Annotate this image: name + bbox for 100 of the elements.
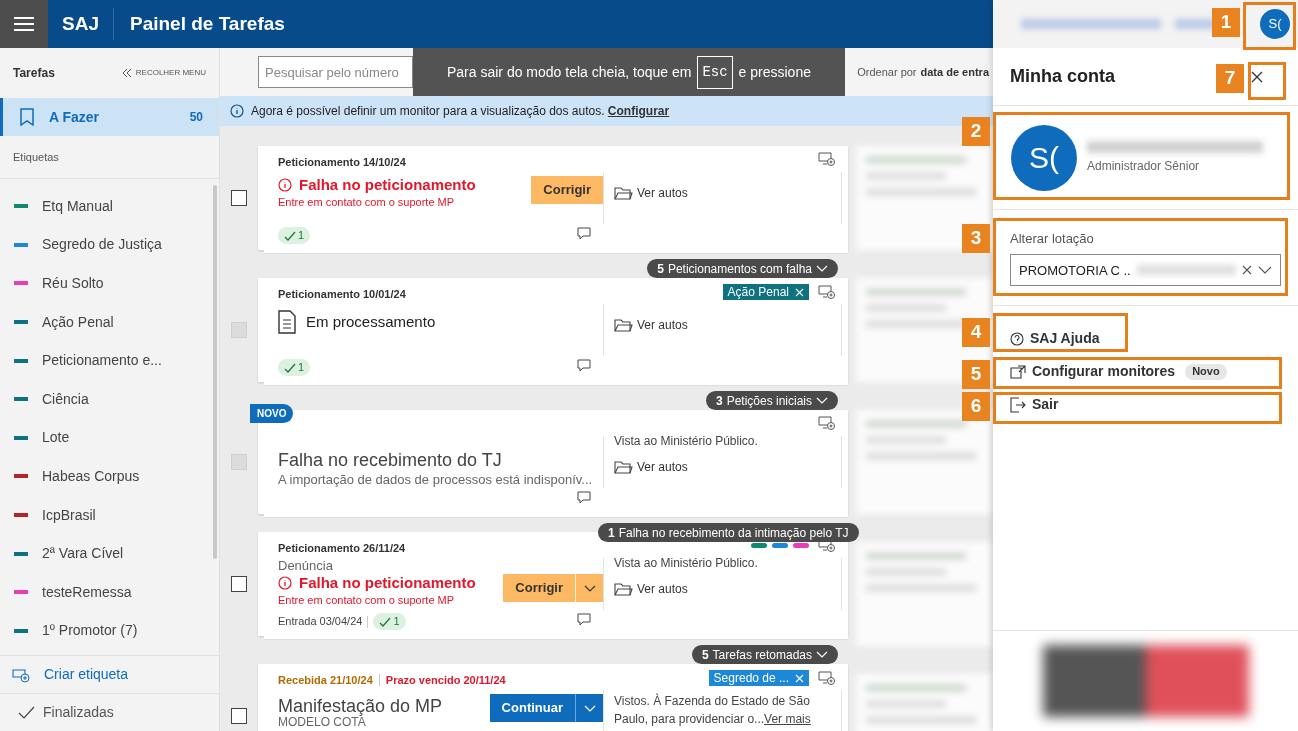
document-icon [278, 310, 296, 334]
status-title: Falha no peticionamento [299, 176, 476, 194]
page-title: Painel de Tarefas [128, 11, 286, 36]
new-badge: Novo [1185, 363, 1227, 380]
task-card[interactable]: Peticionamento 14/10/24 Falha no peticionamento Entre em contato com o suporte MP Corrigir 1 Ver autos [258, 146, 848, 250]
collapse-menu-button[interactable]: RECOLHER MENU [121, 67, 206, 79]
menu-icon [13, 16, 35, 32]
create-label-link[interactable]: Criar etiqueta [0, 655, 219, 693]
checkbox[interactable] [231, 576, 247, 592]
card-header-text: Recebida 21/10/24 [278, 672, 373, 688]
folder-icon [614, 186, 633, 200]
label-item[interactable]: Réu Solto [42, 273, 104, 294]
status-title: Falha no peticionamento [299, 574, 476, 592]
badge-count: 1 [298, 228, 305, 244]
case-type-text: Denúncia [278, 558, 334, 574]
label-item[interactable]: Habeas Corpus [42, 465, 140, 487]
label-item[interactable]: Etq Manual [42, 195, 113, 217]
double-chevron-icon [121, 68, 132, 78]
bookmark-icon [19, 108, 35, 126]
label-item[interactable]: testeRemessa [42, 581, 132, 603]
comment-icon [577, 227, 591, 240]
avatar: S( [1011, 124, 1077, 191]
monitor-plus-icon[interactable] [818, 416, 835, 430]
step-number-badge: 5 [962, 360, 990, 389]
info-icon [230, 104, 244, 118]
card-header-text: Peticionamento 14/10/24 [278, 154, 406, 170]
label-item[interactable]: 1º Promotor (7) [42, 620, 138, 642]
search-field[interactable]: Pesquisar pelo número [258, 56, 413, 88]
highlight-frame [1248, 62, 1286, 100]
action-button[interactable]: Corrigir [503, 574, 575, 602]
label-item[interactable]: Peticionamento e... [42, 350, 162, 372]
check-icon [379, 616, 392, 627]
step-number-badge: 7 [1216, 64, 1244, 93]
label-item[interactable]: IcpBrasil [42, 504, 96, 526]
caret-icon [816, 651, 828, 658]
avatar-button[interactable]: S( [1260, 9, 1290, 39]
view-records-link[interactable]: Ver autos [614, 580, 835, 598]
comment-icon [577, 359, 591, 372]
badge-count: 1 [393, 614, 400, 630]
task-description: MODELO COTA [278, 716, 366, 729]
sidebar-item[interactable]: Finalizadas [0, 693, 219, 731]
label-item[interactable]: Segredo de Justiça [42, 234, 162, 256]
checkbox[interactable] [231, 708, 247, 724]
card-header-text: Peticionamento 26/11/24 [278, 540, 406, 556]
badge-count: 1 [298, 360, 305, 376]
monitor-plus-icon[interactable] [818, 152, 835, 166]
caret-icon [583, 584, 596, 592]
note-text: Vista ao Ministério Público. [614, 555, 759, 572]
menu-button[interactable] [0, 0, 48, 48]
menu-item[interactable]: Sair [1010, 388, 1281, 421]
sort-label: Ordenar por [857, 64, 917, 80]
user-role: Administrador Sênior [1087, 157, 1201, 175]
task-card[interactable]: Recebida 21/10/24 Prazo vencido 20/11/24 Manifestação do MP MODELO COTA Continuar Segredo de ... Vistos. À Fazenda do Estado de São Paulo, para providenciar o...Ver mais [258, 664, 848, 731]
label-tag[interactable]: Segredo de ... [708, 670, 809, 686]
card-header-text: Peticionamento 10/01/24 [278, 286, 406, 302]
action-button[interactable]: Continuar [489, 694, 575, 722]
sidebar-item[interactable]: A Fazer 50 [0, 98, 219, 136]
group-toggle-pill[interactable]: 5 Tarefas retomadas [691, 645, 838, 664]
see-more-link[interactable]: Ver mais [764, 712, 811, 726]
help-icon [1010, 331, 1024, 346]
caret-icon [583, 704, 596, 712]
menu-item[interactable]: SAJ Ajuda [1010, 322, 1281, 355]
section-title: Etiquetas [12, 149, 60, 165]
entry-date-text: Entrada 03/04/24 [278, 614, 363, 630]
task-title: Manifestação do MP [278, 696, 444, 716]
location-dropdown[interactable]: PROMOTORIA C .. [1010, 254, 1281, 287]
label-plus-icon [12, 666, 30, 683]
checkbox[interactable] [231, 190, 247, 206]
label-item[interactable]: 2ª Vara Cível [42, 543, 124, 565]
monitor-plus-icon[interactable] [818, 285, 835, 299]
view-records-link[interactable]: Ver autos [614, 184, 835, 202]
close-icon [795, 287, 804, 297]
close-icon [1251, 70, 1263, 83]
group-toggle-pill[interactable]: 5 Peticionamentos com falha [647, 259, 838, 278]
notice-text: e pressione [738, 62, 811, 82]
menu-item[interactable]: Configurar monitores Novo [1010, 355, 1281, 388]
label-item[interactable]: Lote [42, 427, 70, 449]
status-message: Entre em contato com o suporte MP [278, 195, 456, 209]
scrollbar[interactable] [213, 185, 217, 559]
sign-out-icon [1010, 396, 1026, 413]
step-number-badge: 6 [962, 392, 990, 421]
panel-title: Minha conta [1010, 65, 1115, 88]
notice-text: Para sair do modo tela cheia, toque em [447, 62, 692, 82]
folder-icon [614, 460, 633, 474]
esc-key: Esc [697, 55, 733, 89]
info-banner-text: Agora é possível definir um monitor para a visualização dos autos. Configurar [251, 103, 670, 120]
sort-dropdown[interactable]: data de entra [920, 63, 989, 81]
configure-link[interactable]: Configurar [607, 104, 670, 118]
section-title: Tarefas [13, 65, 55, 82]
label-item[interactable]: Ação Penal [42, 311, 114, 333]
clear-icon[interactable] [1242, 265, 1252, 276]
action-button[interactable]: Corrigir [531, 176, 603, 204]
error-icon [278, 576, 292, 590]
check-icon [284, 362, 296, 373]
note-text: Vistos. À Fazenda do Estado de São Paulo, para providenciar o...Ver mais [614, 692, 812, 728]
status-title: Em processamento [306, 311, 436, 332]
caret-icon [816, 265, 828, 272]
monitor-plus-icon[interactable] [818, 671, 835, 685]
label-item[interactable]: Ciência [42, 388, 89, 410]
external-window-icon [1010, 364, 1026, 379]
